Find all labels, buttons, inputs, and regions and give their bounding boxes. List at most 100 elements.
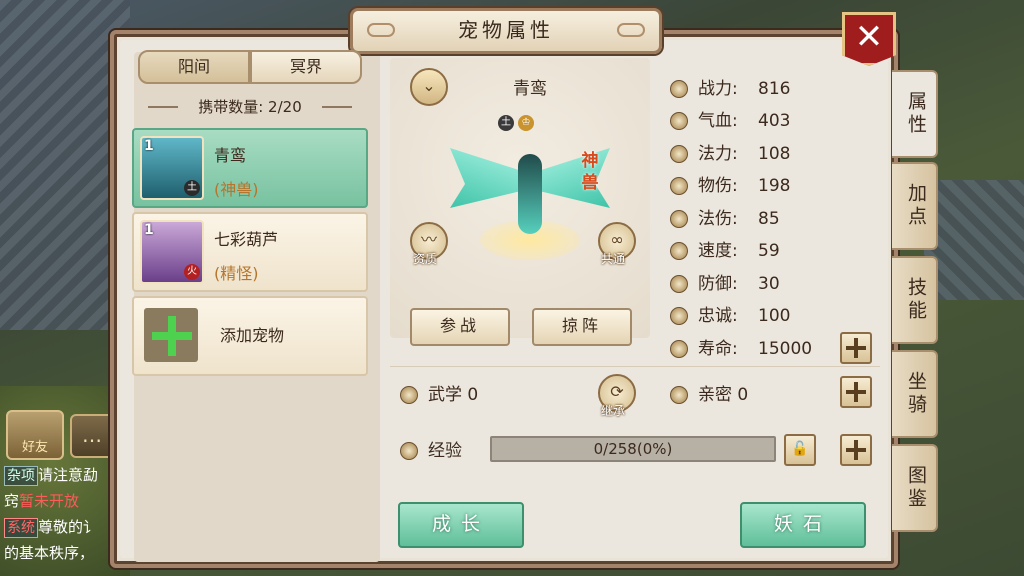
stat-value: 15000 [758, 339, 813, 359]
element-badge: 土 [184, 180, 200, 196]
stat-mana: 法力: 108 [670, 139, 790, 167]
lifespan-add-button[interactable] [840, 332, 872, 364]
exp-progress-bar: 0/258(0%) [490, 436, 776, 462]
tab-attributes[interactable]: 属性 [892, 70, 938, 158]
formation-button[interactable]: 掠阵 [532, 308, 632, 346]
tab-mount[interactable]: 坐骑 [892, 350, 938, 438]
exp-add-button[interactable] [840, 434, 872, 466]
stat-label: 速度: [698, 241, 738, 261]
stat-value: 100 [758, 306, 791, 326]
intimacy-icon [670, 386, 688, 404]
element-badge: 火 [184, 264, 200, 280]
add-plus-icon [144, 308, 198, 362]
pet-card-qicaihulu[interactable]: 1 火 七彩葫芦 (精怪) [132, 212, 368, 292]
add-pet-label: 添加宠物 [220, 326, 285, 345]
pet-badges: 土 ♔ [498, 110, 538, 131]
stat-value: 816 [758, 79, 791, 99]
grow-button[interactable]: 成长 [398, 502, 524, 548]
shield-icon [670, 275, 688, 293]
stat-speed: 速度: 59 [670, 236, 780, 264]
fight-button[interactable]: 参战 [410, 308, 510, 346]
stat-value: 30 [758, 274, 780, 294]
stat-label: 防御: [698, 274, 738, 294]
stat-power: 战力: 816 [670, 74, 790, 102]
crown-icon: ♔ [518, 115, 534, 131]
flame-icon [670, 210, 688, 228]
stat-hp: 气血: 403 [670, 106, 790, 134]
stat-magic-dmg: 法伤: 85 [670, 204, 780, 232]
intimacy-label: 亲密 0 [698, 385, 749, 405]
chat-text-red: 暂未开放 [19, 492, 80, 510]
stat-value: 198 [758, 176, 791, 196]
martial-row: 武学 0 [400, 380, 478, 405]
stat-value: 59 [758, 241, 780, 261]
chat-text: 窍 [4, 492, 20, 510]
tab-skills[interactable]: 技能 [892, 256, 938, 344]
stat-defense: 防御: 30 [670, 269, 780, 297]
stat-label: 寿命: [698, 339, 738, 359]
chat-bubble-icon[interactable]: … [70, 414, 114, 458]
stat-value: 108 [758, 144, 791, 164]
stat-label: 物伤: [698, 176, 738, 196]
lock-icon[interactable]: 🔓 [784, 434, 816, 466]
stat-value: 85 [758, 209, 780, 229]
inherit-label: 继承 [601, 404, 626, 418]
friend-label: 好友 [21, 440, 48, 455]
power-icon [670, 80, 688, 98]
shared-label: 共通 [601, 252, 626, 266]
stat-phys-dmg: 物伤: 198 [670, 171, 790, 199]
chat-text: 尊敬的讠 [38, 518, 99, 536]
add-pet-card[interactable]: 添加宠物 [132, 296, 368, 376]
pet-type: (神兽) [214, 180, 259, 199]
stat-lifespan: 寿命: 15000 [670, 334, 812, 362]
hourglass-icon [670, 340, 688, 358]
left-wing [450, 148, 525, 208]
exp-text: 0/258(0%) [593, 440, 673, 458]
tab-yangjian[interactable]: 阳间 [138, 50, 250, 84]
martial-icon [400, 386, 418, 404]
sword-icon [670, 177, 688, 195]
chat-tag: 系统 [4, 518, 38, 538]
stat-loyalty: 忠诚: 100 [670, 301, 790, 329]
intimacy-add-button[interactable] [840, 376, 872, 408]
demon-stone-button[interactable]: 妖石 [740, 502, 866, 548]
pet-level: 1 [144, 222, 154, 238]
chat-text: 的基本秩序， [4, 544, 95, 562]
pet-body [518, 154, 542, 234]
pet-name: 七彩葫芦 [214, 230, 279, 249]
section-divider [390, 366, 880, 367]
stat-value: 403 [758, 111, 791, 131]
drop-icon [670, 145, 688, 163]
exp-icon [400, 442, 418, 460]
rank-label: 神兽 [581, 151, 599, 193]
window-title: 宠物属性 [350, 8, 662, 54]
quality-label: 资质 [413, 252, 438, 266]
pet-type: (精怪) [214, 264, 259, 283]
stat-label: 战力: [698, 79, 738, 99]
close-button[interactable]: ✕ [842, 12, 896, 66]
tab-points[interactable]: 加点 [892, 162, 938, 250]
stat-label: 法伤: [698, 209, 738, 229]
background-roof-right [924, 180, 1024, 300]
intimacy-row: 亲密 0 [670, 380, 748, 405]
pet-level: 1 [144, 138, 154, 154]
exp-label: 经验 [428, 441, 462, 461]
stat-label: 气血: [698, 111, 738, 131]
tab-handbook[interactable]: 图鉴 [892, 444, 938, 532]
tab-mingjie[interactable]: 冥界 [250, 50, 362, 84]
selected-pet-name: 青鸾 [513, 79, 547, 99]
chat-text: 请注意勐 [38, 466, 99, 484]
martial-label: 武学 0 [428, 385, 479, 405]
lightning-icon [670, 242, 688, 260]
chat-tag: 杂项 [4, 466, 38, 486]
world-tabs: 阳间 冥界 [138, 50, 362, 84]
pet-card-qingluan[interactable]: 1 土 青鸾 (神兽) [132, 128, 368, 208]
pet-avatar: 1 火 [140, 220, 204, 284]
handshake-icon [670, 307, 688, 325]
friend-button[interactable]: 好友 [6, 410, 64, 460]
stat-label: 忠诚: [698, 306, 738, 326]
pet-name: 青鸾 [214, 146, 247, 165]
pet-avatar: 1 土 [140, 136, 204, 200]
chevron-down-icon[interactable]: ⌄ [410, 68, 448, 106]
exp-row: 经验 [400, 436, 462, 461]
